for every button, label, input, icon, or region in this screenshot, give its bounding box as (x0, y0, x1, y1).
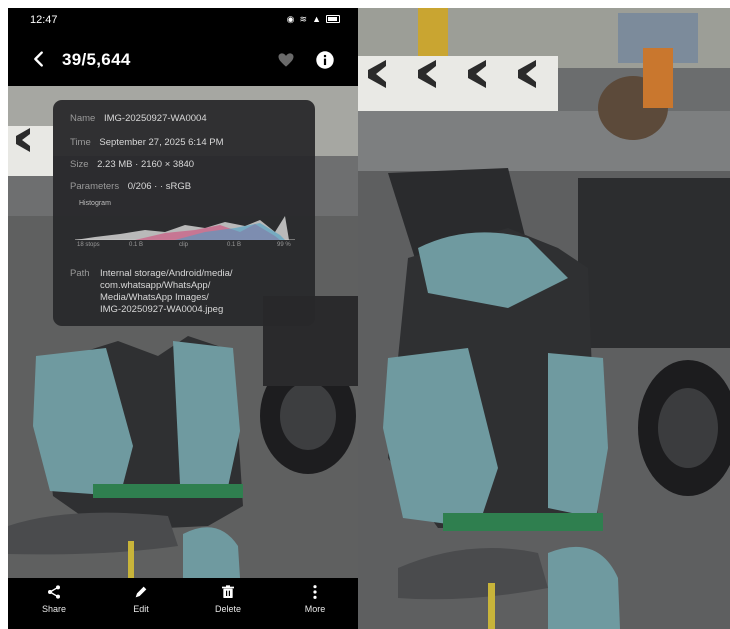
bottom-action-bar: Share Edit Delete More (8, 578, 358, 629)
detail-parameters: Parameters 0/206 · · sRGB (70, 181, 191, 192)
edit-icon (135, 586, 147, 598)
detail-path-line: IMG-20250927-WA0004.jpeg (100, 304, 224, 315)
share-label: Share (41, 604, 67, 614)
detail-size-value: 2.23 MB · 2160 × 3840 (97, 159, 195, 170)
more-label: More (304, 604, 326, 614)
more-vertical-icon (313, 585, 317, 599)
detail-path-line: Media/WhatsApp Images/ (100, 292, 209, 303)
status-icons: ◉ ≋ ▲ (287, 14, 340, 24)
detail-time: Time September 27, 2025 6:14 PM (70, 137, 224, 148)
histogram-axis-label: 18 stops (77, 242, 100, 248)
battery-icon (326, 15, 340, 23)
histogram-axis-label: 0.1 B (129, 242, 144, 248)
edit-button[interactable]: Edit (111, 584, 171, 614)
photo-counter: 39/5,644 (62, 50, 131, 69)
phone-screen: 12:47 ◉ ≋ ▲ 39/5,644 Name IMG-20250927-W… (8, 8, 358, 629)
signal-icon: ▲ (312, 14, 321, 24)
details-panel: Name IMG-20250927-WA0004 Time September … (53, 100, 315, 326)
delete-button[interactable]: Delete (198, 584, 258, 614)
detail-parameters-label: Parameters (70, 181, 120, 192)
full-photo (358, 8, 730, 629)
histogram-axis-label: 0.1 B (227, 242, 242, 248)
detail-name-label: Name (70, 113, 96, 124)
histogram-label: Histogram (79, 200, 111, 207)
detail-name: Name IMG-20250927-WA0004 (70, 113, 207, 124)
share-button[interactable]: Share (24, 584, 84, 614)
histogram-axis-label: clip (179, 242, 189, 248)
detail-size: Size 2.23 MB · 2160 × 3840 (70, 159, 194, 170)
histogram (75, 216, 295, 240)
detail-size-label: Size (70, 159, 89, 170)
edit-label: Edit (133, 604, 149, 614)
histogram-axis-label: 99 % (277, 242, 291, 248)
status-time: 12:47 (30, 14, 58, 26)
trash-icon (222, 585, 234, 598)
detail-parameters-value: 0/206 · · sRGB (127, 181, 192, 192)
share-icon (48, 585, 60, 599)
detail-name-value: IMG-20250927-WA0004 (103, 113, 207, 124)
wifi-icon: ≋ (299, 14, 308, 24)
info-icon[interactable] (314, 49, 336, 71)
detail-path-line: com.whatsapp/WhatsApp/ (100, 280, 211, 291)
status-bar: 12:47 ◉ ≋ ▲ (8, 8, 358, 30)
notification-icon: ◉ (286, 14, 295, 24)
arrow-left-icon[interactable] (28, 48, 50, 70)
detail-time-value: September 27, 2025 6:14 PM (99, 137, 224, 148)
detail-path-line: Internal storage/Android/media/ (100, 268, 233, 279)
heart-icon[interactable] (276, 50, 296, 70)
app-bar: 39/5,644 (8, 38, 358, 82)
detail-path-label: Path (70, 268, 90, 279)
more-button[interactable]: More (285, 584, 345, 614)
detail-time-label: Time (70, 137, 91, 148)
delete-label: Delete (214, 604, 241, 614)
